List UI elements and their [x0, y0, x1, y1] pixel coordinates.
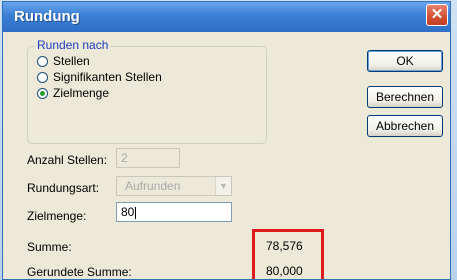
rundungsart-dropdown[interactable]: Aufrunden ▼ — [116, 176, 232, 196]
window-title: Rundung — [14, 8, 80, 25]
anzahl-stellen-label: Anzahl Stellen: — [27, 153, 108, 167]
radio-label-stellen: Stellen — [53, 54, 90, 68]
zielmenge-label: Zielmenge: — [27, 209, 87, 223]
title-bar: Rundung ✕ — [3, 2, 450, 32]
rundungsart-value: Aufrunden — [125, 179, 181, 193]
summe-label: Summe: — [27, 240, 72, 254]
abbrechen-button[interactable]: Abbrechen — [367, 115, 443, 137]
close-icon: ✕ — [430, 6, 444, 23]
radio-label-zielmenge: Zielmenge — [53, 86, 110, 100]
rundung-dialog: Rundung ✕ Runden nach Stellen Signifikan… — [2, 1, 451, 280]
text-caret — [135, 206, 137, 219]
result-highlight-box — [252, 229, 324, 279]
ok-button[interactable]: OK — [367, 50, 443, 72]
groupbox-legend: Runden nach — [35, 38, 111, 52]
berechnen-button[interactable]: Berechnen — [367, 86, 443, 108]
zielmenge-input[interactable]: 80 — [116, 202, 232, 222]
rundungsart-label: Rundungsart: — [27, 181, 100, 195]
radio-button-selected-icon[interactable] — [37, 87, 48, 99]
zielmenge-value: 80 — [121, 205, 135, 219]
radio-button-icon[interactable] — [37, 55, 48, 67]
radio-button-icon[interactable] — [37, 71, 48, 83]
close-button[interactable]: ✕ — [426, 4, 448, 26]
gerundete-summe-label: Gerundete Summe: — [27, 265, 132, 279]
radio-zielmenge[interactable]: Zielmenge — [37, 85, 109, 101]
radio-signifikante-stellen[interactable]: Signifikanten Stellen — [37, 69, 162, 85]
chevron-down-icon[interactable]: ▼ — [215, 177, 231, 195]
radio-stellen[interactable]: Stellen — [37, 53, 90, 69]
radio-label-signifikante-stellen: Signifikanten Stellen — [53, 70, 162, 84]
anzahl-stellen-field[interactable]: 2 — [116, 148, 180, 168]
anzahl-stellen-value: 2 — [121, 151, 128, 165]
